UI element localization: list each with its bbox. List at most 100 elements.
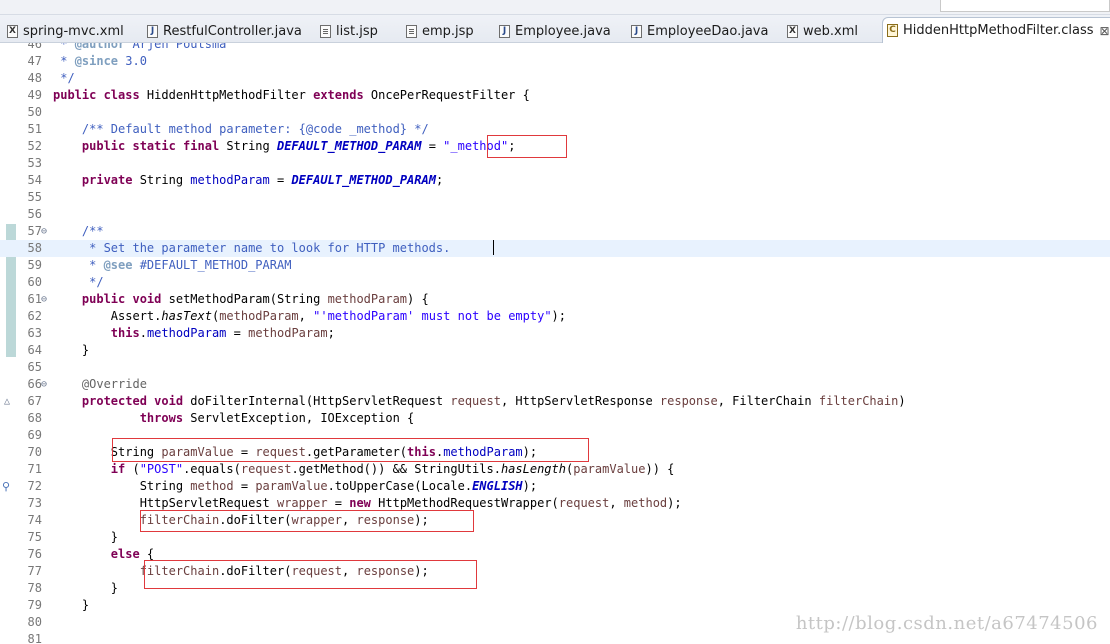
code-text: */ — [89, 275, 104, 289]
jsp-file-icon — [320, 24, 331, 38]
code-text: } — [53, 581, 119, 595]
close-tab-icon[interactable]: ⊠ — [1100, 24, 1110, 38]
code-line[interactable]: 68 throws ServletException, IOException … — [0, 410, 1110, 427]
toolbar-field — [940, 0, 1110, 12]
code-text: public class HiddenHttpMethodFilter exte… — [53, 88, 530, 102]
line-number: 49 — [27, 88, 42, 102]
code-text: */ — [60, 71, 75, 85]
code-line[interactable]: 58 * Set the parameter name to look for … — [0, 240, 1110, 257]
code-text: /** — [81, 224, 104, 238]
line-number: 61 — [27, 292, 42, 306]
line-number: 77 — [27, 564, 42, 578]
line-number: 68 — [27, 411, 42, 425]
code-line[interactable]: 73 HttpServletRequest wrapper = new Http… — [0, 495, 1110, 512]
tab-label: spring-mvc.xml — [23, 23, 124, 39]
java-file-icon: J — [631, 24, 642, 38]
xml-file-icon: X — [787, 24, 798, 38]
code-line[interactable]: 61 ⊖ public void setMethodParam(String me… — [0, 291, 1110, 308]
code-line[interactable]: 46 * @author Arjen Poutsma — [0, 43, 1110, 53]
code-line[interactable]: 62 Assert.hasText(methodParam, "'methodP… — [0, 308, 1110, 325]
line-number: 81 — [27, 632, 42, 644]
code-text: HttpServletRequest wrapper = new HttpMet… — [53, 496, 682, 510]
code-text: } — [53, 343, 90, 357]
code-line[interactable]: 55 — [0, 189, 1110, 206]
code-line[interactable]: 74 filterChain.doFilter(wrapper, respons… — [0, 512, 1110, 529]
code-line[interactable]: 56 — [0, 206, 1110, 223]
tab-6[interactable]: J EmployeeDao.java — [631, 20, 768, 42]
fold-collapse-icon[interactable]: ⊖ — [41, 223, 47, 240]
line-number: 46 — [27, 43, 42, 51]
code-text: } — [53, 598, 90, 612]
tab-label: HiddenHttpMethodFilter.class — [903, 23, 1094, 38]
code-line[interactable]: 59 * @see #DEFAULT_METHOD_PARAM — [0, 257, 1110, 274]
line-number: 60 — [27, 275, 42, 289]
line-number: 47 — [27, 54, 42, 68]
code-line[interactable]: 64 } — [0, 342, 1110, 359]
code-line[interactable]: 76 else { — [0, 546, 1110, 563]
watermark: http://blog.csdn.net/a67474506 — [795, 613, 1098, 634]
code-text: private String methodParam = DEFAULT_MET… — [81, 173, 444, 187]
code-line[interactable]: 67 △ protected void doFilterInternal(Http… — [0, 393, 1110, 410]
line-number: 62 — [27, 309, 42, 323]
code-line[interactable]: 69 — [0, 427, 1110, 444]
fold-collapse-icon[interactable]: ⊖ — [41, 376, 47, 393]
code-line[interactable]: 47 * @since 3.0 — [0, 53, 1110, 70]
tab-5[interactable]: J Employee.java — [499, 20, 611, 42]
code-text: public static final String DEFAULT_METHO… — [81, 139, 516, 153]
code-text: Assert.hasText(methodParam, "'methodPara… — [53, 309, 566, 323]
code-line[interactable]: 50 — [0, 104, 1110, 121]
code-text: * Set the parameter name to look for HTT… — [89, 241, 451, 255]
tab-1[interactable]: Xspring-mvc.xml — [7, 20, 124, 42]
code-text: else { — [110, 547, 155, 561]
line-number: 70 — [27, 445, 42, 459]
code-line[interactable]: 77 filterChain.doFilter(request, respons… — [0, 563, 1110, 580]
tab-4[interactable]: emp.jsp — [406, 20, 474, 42]
code-editor[interactable]: 46 * @author Arjen Poutsma 47 * @since 3.… — [0, 43, 1110, 644]
line-number: 78 — [27, 581, 42, 595]
jsp-file-icon — [406, 24, 417, 38]
code-line[interactable]: 72 ⚲ String method = paramValue.toUpperCa… — [0, 478, 1110, 495]
tab-3[interactable]: list.jsp — [320, 20, 378, 42]
code-line[interactable]: 70 String paramValue = request.getParame… — [0, 444, 1110, 461]
line-number: 56 — [27, 207, 42, 221]
line-number: 64 — [27, 343, 42, 357]
code-line[interactable]: 49 public class HiddenHttpMethodFilter ex… — [0, 87, 1110, 104]
code-text: } — [53, 530, 119, 544]
code-line[interactable]: 78 } — [0, 580, 1110, 597]
line-number: 65 — [27, 360, 42, 374]
line-number: 53 — [27, 156, 42, 170]
code-line[interactable]: 71 if ("POST".equals(request.getMethod()… — [0, 461, 1110, 478]
line-number: 69 — [27, 428, 42, 442]
code-text: * @author Arjen Poutsma — [60, 43, 227, 51]
code-line[interactable]: 75 } — [0, 529, 1110, 546]
code-text: protected void doFilterInternal(HttpServ… — [81, 394, 906, 408]
tab-8[interactable]: C HiddenHttpMethodFilter.class ⊠ — [882, 17, 1110, 43]
code-line[interactable]: 52 public static final String DEFAULT_ME… — [0, 138, 1110, 155]
line-number: 54 — [27, 173, 42, 187]
tab-label: RestfulController.java — [163, 23, 302, 39]
code-text: throws ServletException, IOException { — [139, 411, 415, 425]
override-marker-icon[interactable]: △ — [4, 393, 10, 410]
code-line[interactable]: 63 this.methodParam = methodParam; — [0, 325, 1110, 342]
code-line[interactable]: 48 */ — [0, 70, 1110, 87]
line-number: 76 — [27, 547, 42, 561]
line-number: 48 — [27, 71, 42, 85]
line-number: 72 — [27, 479, 42, 493]
tab-2[interactable]: J RestfulController.java — [147, 20, 302, 42]
line-number: 57 — [27, 224, 42, 238]
code-line[interactable]: 51 /** Default method parameter: {@code … — [0, 121, 1110, 138]
tab-7[interactable]: Xweb.xml — [787, 20, 858, 42]
code-line[interactable]: 66 ⊖ @Override — [0, 376, 1110, 393]
java-file-icon: J — [147, 24, 158, 38]
code-line[interactable]: 54 private String methodParam = DEFAULT_… — [0, 172, 1110, 189]
code-line[interactable]: 60 */ — [0, 274, 1110, 291]
line-number: 52 — [27, 139, 42, 153]
code-line[interactable]: 79 } — [0, 597, 1110, 614]
code-line[interactable]: 65 — [0, 359, 1110, 376]
code-text: filterChain.doFilter(wrapper, response); — [139, 513, 429, 527]
code-line[interactable]: 57 ⊖ /** — [0, 223, 1110, 240]
fold-collapse-icon[interactable]: ⊖ — [41, 291, 47, 308]
debug-marker-icon[interactable]: ⚲ — [2, 478, 10, 495]
code-line[interactable]: 53 — [0, 155, 1110, 172]
code-text: filterChain.doFilter(request, response); — [139, 564, 429, 578]
